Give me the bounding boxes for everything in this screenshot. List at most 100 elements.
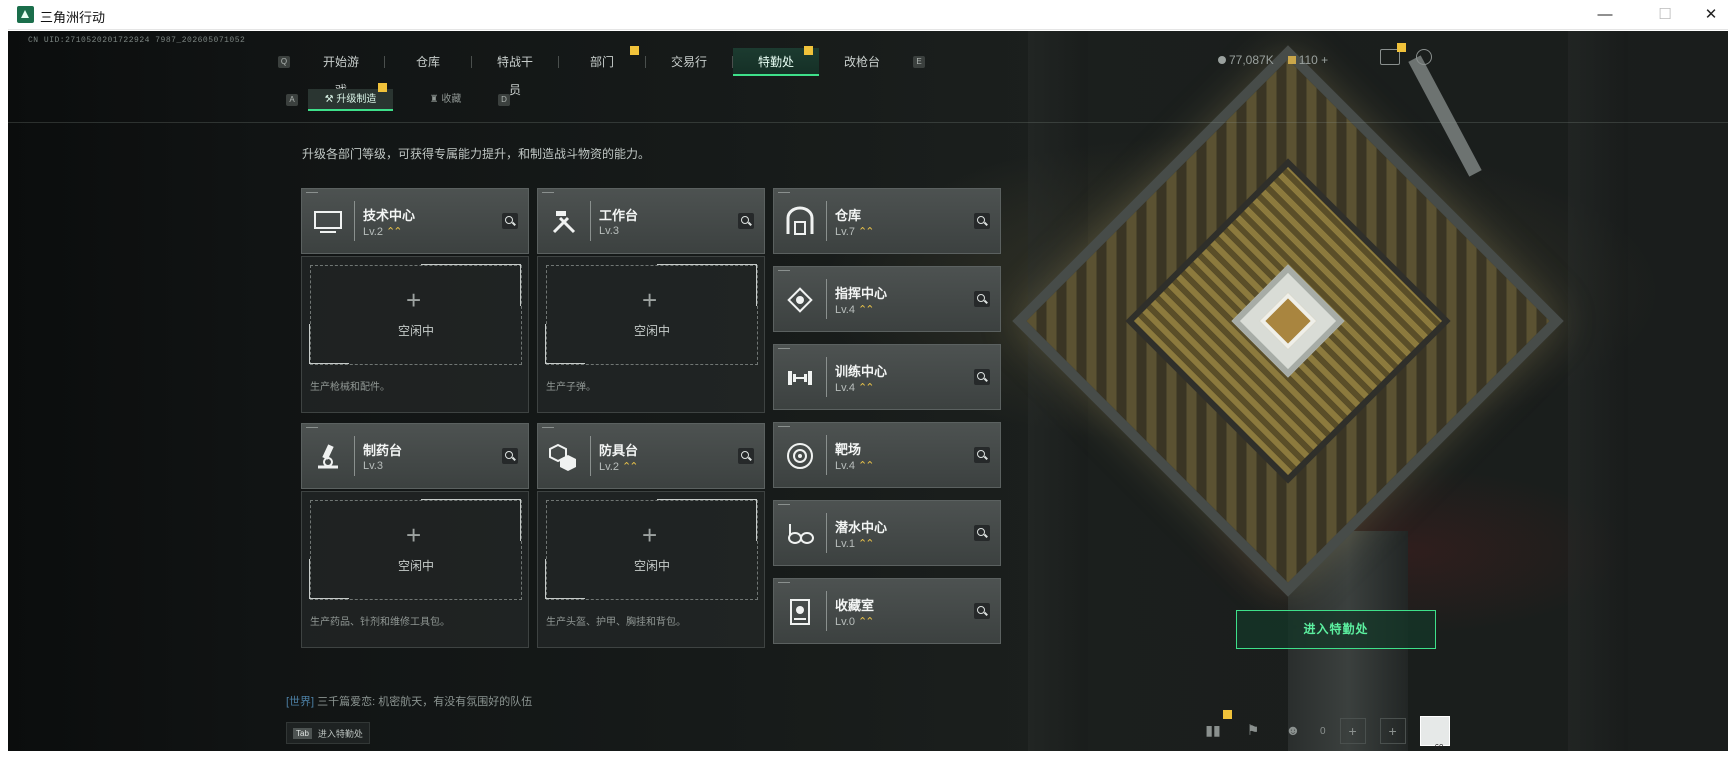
search-icon[interactable]	[974, 213, 990, 229]
gear-icon[interactable]	[1416, 49, 1432, 65]
card-tick	[778, 192, 790, 193]
tab-key: Tab	[293, 727, 312, 739]
slot-corner	[421, 499, 521, 541]
search-icon[interactable]	[502, 448, 518, 464]
tab-key-hint[interactable]: Tab 进入特勤处	[286, 722, 370, 744]
subtab-collection[interactable]: ♜ 收藏	[403, 89, 488, 111]
search-icon[interactable]	[974, 369, 990, 385]
tickets-display[interactable]: 110 +	[1287, 53, 1328, 67]
chat-channel: [世界]	[286, 696, 315, 708]
subnav-next-key[interactable]: D	[498, 94, 510, 106]
facility-collection-room[interactable]: 收藏室 Lv.0 ⌃⌃	[773, 578, 1001, 644]
search-icon[interactable]	[974, 603, 990, 619]
collection-icon	[790, 599, 810, 625]
facility-command-center[interactable]: 指挥中心 Lv.4 ⌃⌃	[773, 266, 1001, 332]
upgrade-available-icon: ⌃⌃	[857, 304, 875, 316]
coin-icon	[1218, 56, 1226, 64]
monitor-icon	[314, 211, 342, 233]
upgrade-available-icon: ⌃⌃	[857, 616, 875, 628]
tab-trading[interactable]: 交易行	[646, 48, 732, 76]
tab-start-game[interactable]: 开始游戏	[298, 48, 384, 97]
window-titlebar: 三角洲行动 — ☐ ✕	[8, 0, 1728, 30]
add-slot-button[interactable]: +	[1379, 718, 1406, 744]
upgrade-available-icon: ⌃⌃	[621, 461, 639, 473]
chat-message[interactable]: [世界] 三千篇爱恋: 机密航天，有没有氛围好的队伍	[286, 693, 532, 709]
upgrade-available-icon: ⌃⌃	[385, 226, 403, 238]
page-description: 升级各部门等级，可获得专属能力提升，和制造战斗物资的能力。	[302, 147, 651, 161]
microscope-icon	[318, 444, 338, 469]
search-icon[interactable]	[974, 525, 990, 541]
add-slot-button[interactable]: +	[1339, 718, 1366, 744]
tab-gunsmith[interactable]: 改枪台	[819, 48, 905, 76]
facility-name: 靶场	[835, 442, 862, 457]
tab-operators[interactable]: 特战干员	[472, 48, 558, 97]
production-slot-workbench[interactable]: + 空闲中 生产子弹。	[537, 256, 765, 413]
stats-icon[interactable]: ▮▮	[1200, 710, 1232, 744]
slot-corner	[657, 499, 757, 541]
card-divider	[826, 435, 827, 475]
search-icon[interactable]	[738, 448, 754, 464]
card-divider	[590, 436, 591, 476]
production-slot-armor-bench[interactable]: + 空闲中 生产头盔、护甲、胸挂和背包。	[537, 491, 765, 648]
notification-badge	[1397, 43, 1406, 52]
card-divider	[590, 201, 591, 241]
mail-icon[interactable]	[1380, 43, 1406, 65]
tab-warehouse[interactable]: 仓库	[385, 48, 471, 76]
ticket-icon	[1287, 56, 1296, 64]
facility-training-center[interactable]: 训练中心 Lv.4 ⌃⌃	[773, 344, 1001, 410]
facility-warehouse[interactable]: 仓库 Lv.7 ⌃⌃	[773, 188, 1001, 254]
card-tick	[778, 270, 790, 271]
coins-display[interactable]: 77,087K	[1218, 53, 1274, 67]
sub-nav: A ⚒ 升级制造 ♜ 收藏 D	[286, 83, 510, 111]
subtab-upgrade-craft[interactable]: ⚒ 升级制造	[308, 83, 393, 111]
card-tick	[542, 427, 554, 428]
flag-icon[interactable]: ⚑	[1240, 718, 1266, 744]
card-tick	[542, 192, 554, 193]
currency-bar: 77,087K 110 +	[1218, 53, 1328, 67]
minimize-button[interactable]: —	[1582, 0, 1628, 30]
facility-name: 训练中心	[835, 364, 888, 379]
friends-count: 0	[1320, 725, 1326, 737]
search-icon[interactable]	[974, 291, 990, 307]
card-divider	[826, 513, 827, 553]
facility-shooting-range[interactable]: 靶场 Lv.4 ⌃⌃	[773, 422, 1001, 488]
facility-armor-bench[interactable]: 防具台 Lv.2 ⌃⌃	[537, 423, 765, 489]
facility-level: Lv.0 ⌃⌃	[835, 616, 875, 628]
enter-special-ops-button[interactable]: 进入特勤处	[1236, 610, 1436, 649]
facility-workbench[interactable]: 工作台 Lv.3	[537, 188, 765, 254]
notification-badge	[630, 46, 639, 55]
slot-status: 空闲中	[633, 324, 670, 338]
add-icon: +	[642, 285, 658, 315]
search-icon[interactable]	[974, 447, 990, 463]
background-pillar	[1028, 31, 1088, 751]
game-viewport: CN UID:2710520201722924 7987_20260507105…	[8, 31, 1728, 751]
header-divider	[8, 122, 1728, 123]
search-icon[interactable]	[502, 213, 518, 229]
notification-badge	[1223, 710, 1232, 719]
facility-diving-center[interactable]: 潜水中心 Lv.1 ⌃⌃	[773, 500, 1001, 566]
tab-department[interactable]: 部门	[559, 46, 645, 76]
background-pillar	[1568, 31, 1628, 751]
subnav-prev-key[interactable]: A	[286, 94, 298, 106]
nav-next-key[interactable]: E	[913, 56, 925, 68]
search-icon[interactable]	[738, 213, 754, 229]
close-button[interactable]: ✕	[1688, 0, 1734, 30]
slot-corner	[421, 264, 521, 306]
tab-special-ops[interactable]: 特勤处	[733, 46, 819, 76]
slot-description: 生产药品、针剂和维修工具包。	[310, 617, 450, 628]
facility-name: 收藏室	[835, 598, 875, 613]
nav-prev-key[interactable]: Q	[278, 56, 290, 68]
card-tick	[778, 426, 790, 427]
facility-level: Lv.4 ⌃⌃	[835, 460, 874, 472]
friends-icon[interactable]: ☻	[1280, 718, 1306, 744]
window-title: 三角洲行动	[40, 10, 106, 25]
avatar[interactable]: 60	[1419, 716, 1450, 751]
app-logo-icon	[17, 6, 34, 23]
production-slot-pharmacy[interactable]: + 空闲中 生产药品、针剂和维修工具包。	[301, 491, 529, 648]
facility-name: 指挥中心	[835, 286, 888, 301]
production-slot-tech-center[interactable]: + 空闲中 生产枪械和配件。	[301, 256, 529, 413]
facility-tech-center[interactable]: 技术中心 Lv.2 ⌃⌃	[301, 188, 529, 254]
maximize-button[interactable]: ☐	[1642, 0, 1688, 30]
facility-level: Lv.7 ⌃⌃	[835, 226, 874, 238]
facility-pharmacy[interactable]: 制药台 Lv.3	[301, 423, 529, 489]
